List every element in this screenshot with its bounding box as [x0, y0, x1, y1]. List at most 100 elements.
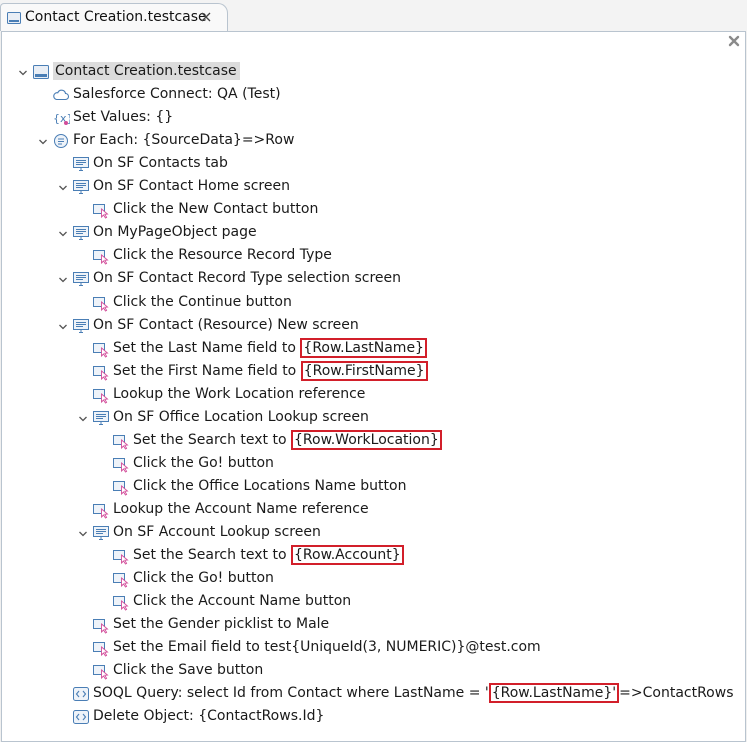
tab-contact-creation[interactable]: Contact Creation.testcase [0, 3, 228, 31]
tree-item-label: Click the Continue button [113, 293, 292, 311]
tree-item-label: On SF Contact Home screen [93, 177, 290, 195]
tree-item[interactable]: On SF Contact Record Type selection scre… [0, 267, 747, 289]
tree-item-label: On MyPageObject page [93, 223, 257, 241]
tree-item[interactable]: Lookup the Account Name reference [0, 498, 747, 520]
tree-item[interactable]: Click the Account Name button [0, 590, 747, 612]
click-icon [112, 455, 130, 473]
tree-item-text: Set the Search text to [133, 547, 291, 564]
tree-item-label: Set Values: {} [73, 108, 173, 126]
tree-item-label: Set the Last Name field to {Row.LastName… [113, 337, 427, 358]
tree-item[interactable]: Click the Continue button [0, 291, 747, 313]
loop-icon [52, 132, 70, 150]
tree-item-label: Click the Go! button [133, 454, 274, 472]
tree-item[interactable]: Delete Object: {ContactRows.Id} [0, 705, 747, 727]
tree-item[interactable]: Set the Search text to {Row.WorkLocation… [0, 429, 747, 451]
close-icon[interactable] [200, 11, 212, 27]
click-icon [92, 501, 110, 519]
tree-item[interactable]: Lookup the Work Location reference [0, 383, 747, 405]
tree-item-text: SOQL Query: select Id from Contact where… [93, 685, 489, 702]
tree-item-label: Salesforce Connect: QA (Test) [73, 85, 281, 103]
tree-item-text: On SF Office Location Lookup screen [113, 408, 369, 425]
testcase-icon [7, 11, 21, 29]
chevron-down-icon[interactable] [58, 181, 68, 191]
cloud-icon [52, 86, 70, 104]
screen-icon [72, 317, 90, 335]
tree-item[interactable]: Click the Go! button [0, 567, 747, 589]
chevron-down-icon[interactable] [38, 135, 48, 145]
tree-item[interactable]: Set the Email field to test{UniqueId(3, … [0, 636, 747, 658]
click-icon [112, 432, 130, 450]
tree-item-label: Set the Search text to {Row.Account} [133, 545, 404, 566]
tree-item[interactable]: Set the Gender picklist to Male [0, 613, 747, 635]
tree-item[interactable]: On SF Account Lookup screen [0, 521, 747, 543]
testcase-icon [32, 63, 50, 81]
tree-item[interactable]: On SF Contact (Resource) New screen [0, 314, 747, 336]
code-icon [72, 685, 90, 703]
tab-title: Contact Creation.testcase [25, 9, 207, 25]
chevron-down-icon[interactable] [18, 66, 28, 76]
tree-item-label: Lookup the Account Name reference [113, 500, 369, 518]
click-icon [112, 570, 130, 588]
tree-item[interactable]: Click the Go! button [0, 452, 747, 474]
tree-item[interactable]: Set the First Name field to {Row.FirstNa… [0, 360, 747, 382]
tree-item[interactable]: On SF Contacts tab [0, 152, 747, 174]
tree-item[interactable]: On SF Contact Home screen [0, 175, 747, 197]
tree-item[interactable]: Click the Save button [0, 659, 747, 681]
tree-item[interactable]: Click the New Contact button [0, 198, 747, 220]
tree-item-text: Set the Email field to test{UniqueId(3, … [113, 639, 541, 656]
tree-item[interactable]: Contact Creation.testcase [0, 60, 747, 82]
tree-item-label: Click the Account Name button [133, 592, 351, 610]
click-icon [92, 201, 110, 219]
tree-item[interactable]: For Each: {SourceData}=>Row [0, 129, 747, 151]
tree-item-text: On SF Account Lookup screen [113, 524, 321, 540]
click-icon [92, 294, 110, 312]
tree-item[interactable]: Set the Search text to {Row.Account} [0, 544, 747, 566]
tree-item-text: On SF Contact Record Type selection scre… [93, 270, 401, 287]
click-icon [92, 363, 110, 381]
tree-item-text: Set Values: {} [73, 109, 174, 126]
tree-item-label: On SF Account Lookup screen [113, 523, 321, 541]
click-icon [92, 340, 110, 358]
tree-item-text: Delete Object: {ContactRows.Id} [93, 708, 325, 725]
screen-icon [92, 409, 110, 427]
screen-icon [72, 155, 90, 173]
tree-item[interactable]: Set the Last Name field to {Row.LastName… [0, 337, 747, 359]
chevron-down-icon[interactable] [58, 273, 68, 283]
tree-item-text: Click the New Contact button [113, 201, 319, 218]
tree-item[interactable]: SOQL Query: select Id from Contact where… [0, 682, 747, 704]
tree-item-text: Set the First Name field to [113, 362, 301, 379]
click-icon [92, 639, 110, 657]
close-x-icon[interactable] [727, 34, 741, 52]
tree-item-text: For Each: {SourceData}=>Row [73, 132, 295, 149]
highlighted-variable: {Row.LastName}' [488, 683, 620, 704]
chevron-down-icon[interactable] [78, 412, 88, 422]
tree-item-label: Delete Object: {ContactRows.Id} [93, 707, 324, 725]
tree-item-label: Set the Search text to {Row.WorkLocation… [133, 429, 442, 450]
tree-item[interactable]: Click the Office Locations Name button [0, 475, 747, 497]
tree-item-label: Click the Save button [113, 661, 263, 679]
tree-item-text: On SF Contact (Resource) New screen [93, 316, 359, 333]
tree-item[interactable]: On MyPageObject page [0, 221, 747, 243]
code-icon [72, 708, 90, 726]
tree-item-label: SOQL Query: select Id from Contact where… [93, 683, 734, 704]
tree-item[interactable]: Salesforce Connect: QA (Test) [0, 83, 747, 105]
tree-item[interactable]: {x}Set Values: {} [0, 106, 747, 128]
click-icon [112, 593, 130, 611]
chevron-down-icon[interactable] [58, 320, 68, 330]
tree-item[interactable]: On SF Office Location Lookup screen [0, 406, 747, 428]
tree-item-label: Click the New Contact button [113, 200, 318, 218]
tree-item-text: Click the Go! button [133, 454, 274, 471]
highlighted-variable: {Row.Account} [291, 545, 404, 566]
tree-item-text: On SF Contacts tab [93, 155, 228, 172]
tree-item[interactable]: Click the Resource Record Type [0, 244, 747, 266]
tree-item-label: Set the Email field to test{UniqueId(3, … [113, 638, 541, 656]
tree-item-text: Lookup the Work Location reference [113, 385, 366, 402]
chevron-down-icon[interactable] [58, 227, 68, 237]
tree-item-suffix: =>ContactRows [619, 685, 734, 702]
tree-item-label: For Each: {SourceData}=>Row [73, 131, 294, 149]
tree-item-label: Lookup the Work Location reference [113, 385, 365, 403]
tree-item-label: Contact Creation.testcase [53, 62, 240, 80]
tree-item-label: On SF Contact (Resource) New screen [93, 316, 359, 334]
chevron-down-icon[interactable] [78, 527, 88, 537]
screen-icon [92, 524, 110, 542]
